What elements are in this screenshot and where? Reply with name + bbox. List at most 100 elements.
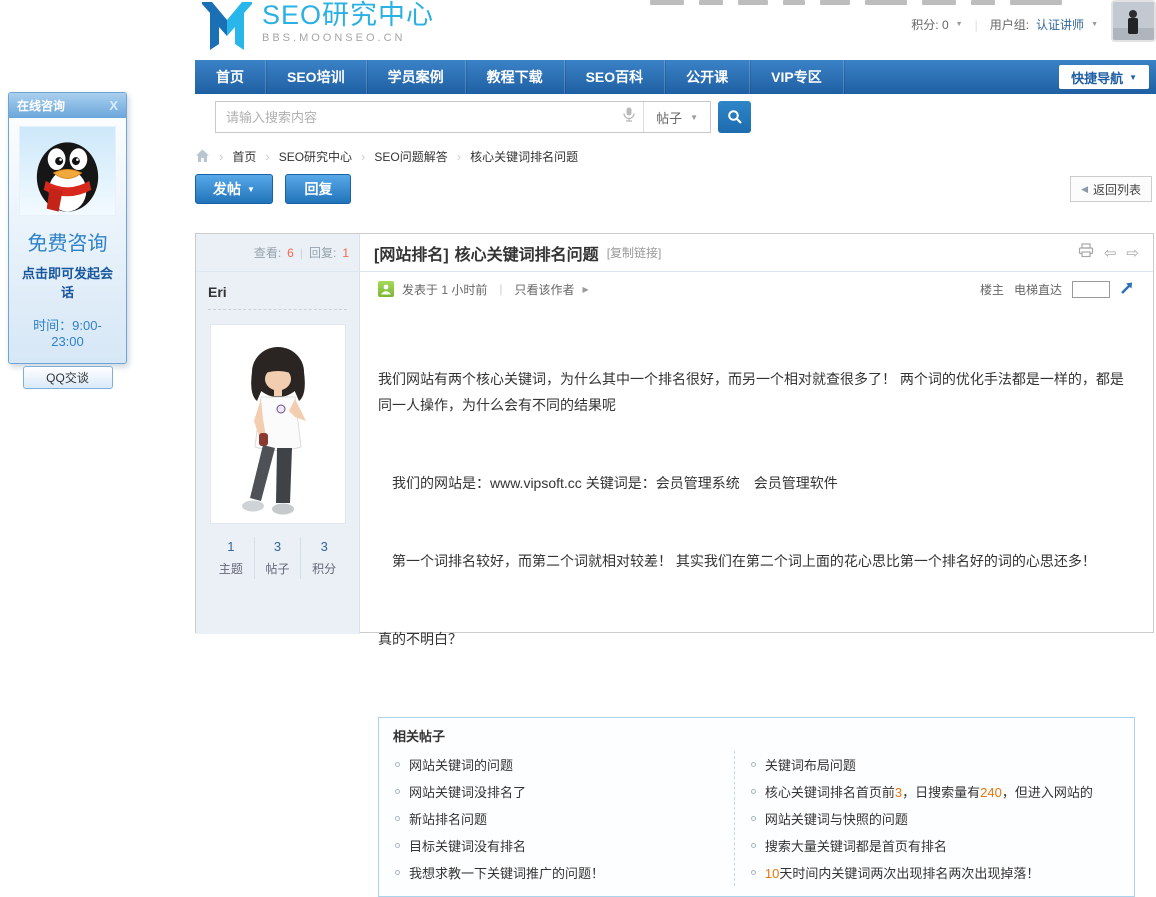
qq-penguin-image[interactable]	[19, 126, 116, 216]
bullet-icon	[751, 762, 756, 767]
jump-icon[interactable]	[1120, 280, 1135, 298]
reply-button[interactable]: 回复	[285, 174, 351, 204]
search-input[interactable]	[216, 103, 623, 131]
avatar-photo-figure	[1113, 2, 1154, 40]
author-name[interactable]: Eri	[208, 284, 347, 310]
thread-title: 核心关键词排名问题	[455, 241, 599, 265]
post-paragraph: 第一个词排名较好，而第二个词就相对较差！ 其实我们在第二个词上面的花心思比第一个…	[378, 548, 1135, 574]
chevron-down-icon: ▼	[690, 113, 698, 122]
chevron-down-icon[interactable]: ▼	[956, 21, 963, 28]
chevron-down-icon: ▼	[1129, 73, 1137, 82]
usergroup-value[interactable]: 认证讲师	[1036, 16, 1084, 33]
related-link[interactable]: 网站关键词与快照的问题	[735, 805, 1134, 832]
views-count: 6	[287, 246, 294, 260]
bullet-icon	[751, 843, 756, 848]
thread-title-prefix: [网站排名]	[374, 241, 449, 265]
chevron-down-icon[interactable]: ▼	[1091, 21, 1098, 28]
forward-triangle-icon[interactable]: ▶	[582, 285, 588, 294]
related-link[interactable]: 核心关键词排名首页前3，日搜索量有240，但进入网站的	[735, 778, 1134, 805]
bullet-icon	[395, 816, 400, 821]
quick-nav-button[interactable]: 快捷导航 ▼	[1059, 65, 1149, 89]
search-scope-select[interactable]: 帖子 ▼	[643, 102, 710, 132]
bullet-icon	[395, 843, 400, 848]
related-title: 相关帖子	[379, 726, 1134, 751]
usergroup-label: 用户组:	[990, 16, 1029, 33]
home-icon[interactable]	[195, 149, 210, 163]
new-post-button[interactable]: 发帖 ▼	[195, 174, 273, 204]
author-stats: 1 主题 3 帖子 3 积分	[208, 537, 347, 579]
qq-consult-panel: 在线咨询 X 免费咨询 点击即可发起会话 时间：9:00-23:00 QQ交谈	[8, 92, 127, 364]
prev-thread-icon[interactable]: ⇦	[1104, 244, 1117, 262]
qq-headline[interactable]: 免费咨询	[17, 227, 118, 256]
author-avatar[interactable]	[210, 324, 346, 524]
author-sidebar: Eri	[196, 272, 360, 634]
views-label: 查看:	[254, 244, 281, 261]
search-button[interactable]	[718, 101, 751, 133]
related-right-column: 关键词布局问题 核心关键词排名首页前3，日搜索量有240，但进入网站的 网站关键…	[734, 751, 1134, 886]
stat-credits[interactable]: 3 积分	[301, 537, 347, 579]
nav-item-open-class[interactable]: 公开课	[665, 60, 750, 94]
user-avatar[interactable]	[1111, 0, 1156, 42]
related-link[interactable]: 网站关键词的问题	[379, 751, 734, 778]
back-to-list-button[interactable]: ◀ 返回列表	[1070, 176, 1152, 202]
logo-title: SEO研究中心	[262, 0, 434, 30]
post-meta: 发表于 1 小时前 | 只看该作者 ▶ 楼主 电梯直达	[378, 272, 1135, 306]
floor-label: 楼主	[980, 281, 1004, 298]
thread-panel: 查看: 6 | 回复: 1 [网站排名] 核心关键词排名问题 [复制链接] ⇦ …	[195, 233, 1154, 633]
thread-actions: 发帖 ▼ 回复 ◀ 返回列表	[195, 174, 1156, 206]
related-link[interactable]: 目标关键词没有排名	[379, 832, 734, 859]
related-link[interactable]: 关键词布局问题	[735, 751, 1134, 778]
avatar-illustration	[211, 325, 345, 523]
bullet-icon	[751, 789, 756, 794]
related-link[interactable]: 我想求教一下关键词推广的问题！	[379, 859, 734, 886]
nav-item-tutorial-download[interactable]: 教程下载	[466, 60, 565, 94]
nav-item-home[interactable]: 首页	[195, 60, 266, 94]
nav-item-seo-training[interactable]: SEO培训	[266, 60, 367, 94]
nav-item-vip-zone[interactable]: VIP专区	[750, 60, 844, 94]
stat-posts[interactable]: 3 帖子	[255, 537, 302, 579]
qq-subline[interactable]: 点击即可发起会话	[17, 263, 118, 301]
next-thread-icon[interactable]: ⇨	[1126, 244, 1139, 262]
post-paragraph: 我们的网站是：www.vipsoft.cc 关键词是：会员管理系统 会员管理软件	[378, 470, 1135, 496]
qq-chat-button[interactable]: QQ交谈	[23, 366, 113, 389]
nav-item-student-cases[interactable]: 学员案例	[367, 60, 466, 94]
qq-service-hours: 时间：9:00-23:00	[17, 315, 118, 349]
print-icon[interactable]	[1078, 243, 1094, 263]
qq-penguin-icon	[20, 129, 115, 215]
post-main: 发表于 1 小时前 | 只看该作者 ▶ 楼主 电梯直达	[360, 272, 1153, 634]
related-link[interactable]: 搜索大量关键词都是首页有排名	[735, 832, 1134, 859]
poster-icon	[378, 281, 394, 297]
close-icon[interactable]: X	[109, 99, 118, 112]
thread-counters: 查看: 6 | 回复: 1	[196, 234, 360, 271]
bullet-icon	[751, 870, 756, 875]
bullet-icon	[395, 789, 400, 794]
replies-count: 1	[342, 246, 349, 260]
thread-header: 查看: 6 | 回复: 1 [网站排名] 核心关键词排名问题 [复制链接] ⇦ …	[196, 234, 1153, 272]
related-link[interactable]: 新站排名问题	[379, 805, 734, 832]
search-icon	[727, 109, 743, 125]
replies-label: 回复:	[309, 244, 336, 261]
stat-threads[interactable]: 1 主题	[208, 537, 255, 579]
bullet-icon	[395, 762, 400, 767]
logo-subtitle: BBS.MOONSEO.CN	[262, 32, 434, 44]
related-left-column: 网站关键词的问题 网站关键词没排名了 新站排名问题 目标关键词没有排名 我想求教…	[379, 751, 734, 886]
only-author-link[interactable]: 只看该作者	[514, 281, 574, 298]
nav-item-seo-wiki[interactable]: SEO百科	[565, 60, 666, 94]
chevron-down-icon: ▼	[247, 185, 255, 194]
bullet-icon	[751, 816, 756, 821]
main-nav: 首页 SEO培训 学员案例 教程下载 SEO百科 公开课 VIP专区 快捷导航 …	[195, 60, 1156, 94]
crumb-subforum[interactable]: SEO问题解答	[374, 148, 447, 165]
elevator-input[interactable]	[1072, 281, 1110, 298]
credits-value[interactable]: 积分: 0	[911, 16, 948, 33]
copy-link[interactable]: [复制链接]	[607, 244, 662, 261]
related-link[interactable]: 网站关键词没排名了	[379, 778, 734, 805]
crumb-home[interactable]: 首页	[232, 148, 256, 165]
site-logo[interactable]: SEO研究中心 BBS.MOONSEO.CN	[200, 0, 434, 50]
related-link[interactable]: 10天时间内关键词两次出现排名两次出现掉落！	[735, 859, 1134, 886]
microphone-icon[interactable]	[623, 107, 643, 127]
back-triangle-icon: ◀	[1081, 184, 1088, 195]
related-posts: 相关帖子 网站关键词的问题 网站关键词没排名了 新站排名问题 目标关键词没有排名…	[378, 717, 1135, 897]
qq-panel-title: 在线咨询	[17, 97, 65, 114]
crumb-forum[interactable]: SEO研究中心	[279, 148, 352, 165]
logo-m-icon	[200, 0, 254, 50]
